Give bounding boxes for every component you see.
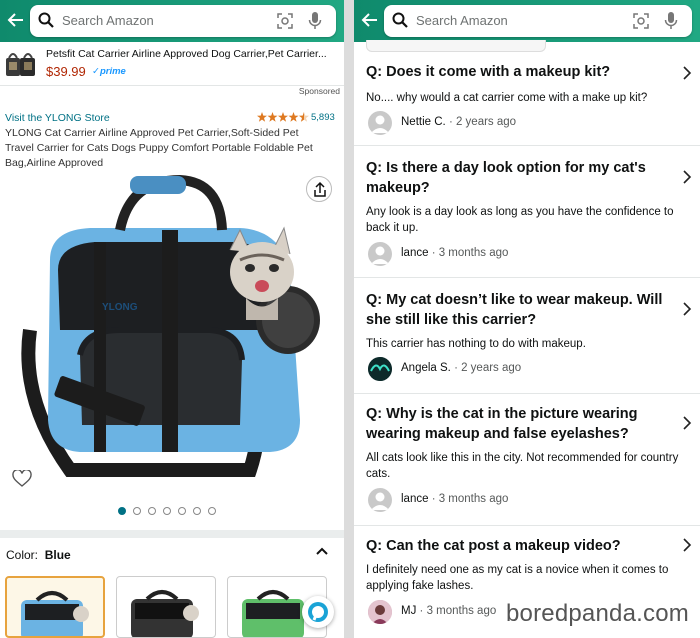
qa-question[interactable]: Q: Why is the cat in the picture wearing… <box>366 404 676 444</box>
panel-divider <box>344 0 354 638</box>
swatch-blue-image <box>21 591 89 636</box>
search-header: Search Amazon <box>0 0 344 42</box>
search-placeholder: Search Amazon <box>62 13 154 28</box>
photo-avatar-icon <box>368 357 392 381</box>
questions-panel: Search Amazon Q: Does it come with a mak… <box>354 0 700 638</box>
search-placeholder: Search Amazon <box>416 13 508 28</box>
screenshot-collage: Search Amazon Petsfit Cat Carrier Airlin… <box>0 0 700 638</box>
qa-time: · 2 years ago <box>445 116 517 128</box>
camera-scan-icon[interactable] <box>276 12 294 30</box>
user-avatar <box>368 242 392 266</box>
carousel-dot[interactable] <box>163 507 171 515</box>
prime-badge: ✓prime <box>92 66 126 77</box>
sponsored-product-thumbnail <box>6 53 35 76</box>
qa-author-line: lance · 3 months ago <box>401 247 508 259</box>
qa-answer: I definitely need one as my cat is a nov… <box>366 564 669 592</box>
qa-item[interactable]: Q: Does it come with a makeup kit? No...… <box>354 54 700 146</box>
qa-author-line: Nettie C. · 2 years ago <box>401 116 516 128</box>
alexa-button[interactable] <box>302 596 334 628</box>
user-avatar <box>368 357 392 381</box>
qa-author-line: Angela S. · 2 years ago <box>401 362 521 374</box>
user-avatar <box>368 600 392 624</box>
back-arrow-icon[interactable] <box>360 10 380 30</box>
carousel-dot[interactable] <box>133 507 141 515</box>
default-avatar-icon <box>371 115 389 133</box>
carousel-dot[interactable] <box>208 507 216 515</box>
default-avatar-icon <box>371 246 389 264</box>
qa-answer: All cats look like this in the city. Not… <box>366 452 679 480</box>
qa-time: · 3 months ago <box>428 493 509 505</box>
microphone-icon[interactable] <box>664 11 678 31</box>
svg-text:YLONG: YLONG <box>102 302 138 313</box>
photo-avatar-icon <box>368 600 392 624</box>
qa-question[interactable]: Q: Is there a day look option for my cat… <box>366 158 676 198</box>
chevron-right-icon[interactable] <box>682 538 692 552</box>
carousel-dot[interactable] <box>118 507 126 515</box>
qa-author: Angela S. <box>401 362 451 374</box>
share-icon <box>314 181 326 197</box>
product-page-panel: Search Amazon Petsfit Cat Carrier Airlin… <box>0 0 344 638</box>
chevron-right-icon[interactable] <box>682 170 692 184</box>
color-swatch-blue[interactable] <box>5 576 105 638</box>
default-avatar-icon <box>371 492 389 510</box>
qa-author-line: lance · 3 months ago <box>401 493 508 505</box>
image-carousel-dots[interactable] <box>118 507 216 517</box>
qa-author: Nettie C. <box>401 116 446 128</box>
qa-question[interactable]: Q: Does it come with a makeup kit? <box>366 62 676 82</box>
sponsored-product-row[interactable]: Petsfit Cat Carrier Airline Approved Dog… <box>0 42 344 86</box>
camera-scan-icon[interactable] <box>632 12 650 30</box>
rating-stars-icon[interactable] <box>257 112 309 122</box>
store-link[interactable]: Visit the YLONG Store <box>5 112 110 124</box>
qa-time: · 3 months ago <box>416 605 497 617</box>
alexa-icon <box>308 602 328 622</box>
rating-count[interactable]: 5,893 <box>311 112 335 123</box>
product-image[interactable]: YLONG <box>10 170 330 500</box>
carousel-dot[interactable] <box>178 507 186 515</box>
qa-answer: This carrier has nothing to do with make… <box>366 338 586 350</box>
watermark: boredpanda.com <box>506 600 689 627</box>
qa-question[interactable]: Q: Can the cat post a makeup video? <box>366 536 676 556</box>
search-icon <box>38 12 54 28</box>
search-input[interactable]: Search Amazon <box>30 5 336 37</box>
qa-time: · 3 months ago <box>428 247 509 259</box>
share-button[interactable] <box>306 176 332 202</box>
color-selector-label: Color: Blue <box>6 548 71 562</box>
user-avatar <box>368 111 392 135</box>
qa-author: MJ <box>401 605 417 617</box>
swatch-black-image <box>131 590 199 637</box>
search-icon <box>392 12 408 28</box>
search-header: Search Amazon <box>354 0 700 42</box>
sponsored-label: Sponsored <box>298 86 340 96</box>
qa-author: lance <box>401 247 429 259</box>
chevron-right-icon[interactable] <box>682 66 692 80</box>
color-value: Blue <box>44 548 71 562</box>
back-arrow-icon[interactable] <box>6 10 26 30</box>
qa-item[interactable]: Q: My cat doesn’t like to wear makeup. W… <box>354 280 700 394</box>
wishlist-heart-icon[interactable] <box>12 470 32 488</box>
section-divider <box>0 530 344 538</box>
sponsored-product-title[interactable]: Petsfit Cat Carrier Airline Approved Dog… <box>46 48 327 60</box>
qa-item[interactable]: Q: Why is the cat in the picture wearing… <box>354 396 700 526</box>
product-title: YLONG Cat Carrier Airline Approved Pet C… <box>5 127 313 169</box>
user-avatar <box>368 488 392 512</box>
qa-answer: Any look is a day look as long as you ha… <box>366 206 674 234</box>
chevron-right-icon[interactable] <box>682 416 692 430</box>
qa-author: lance <box>401 493 429 505</box>
color-swatch-black[interactable] <box>116 576 216 638</box>
chevron-right-icon[interactable] <box>682 302 692 316</box>
carousel-dot[interactable] <box>193 507 201 515</box>
qa-time: · 2 years ago <box>450 362 522 374</box>
carousel-dot[interactable] <box>148 507 156 515</box>
qa-item[interactable]: Q: Is there a day look option for my cat… <box>354 148 700 278</box>
qa-question[interactable]: Q: My cat doesn’t like to wear makeup. W… <box>366 290 676 330</box>
chevron-up-icon[interactable] <box>315 546 329 556</box>
search-input[interactable]: Search Amazon <box>384 5 692 37</box>
qa-answer: No.... why would a cat carrier come with… <box>366 92 648 104</box>
color-label: Color: <box>6 548 39 562</box>
sponsored-product-price: $39.99 <box>46 64 86 79</box>
qa-author-line: MJ · 3 months ago <box>401 605 496 617</box>
partially-hidden-button[interactable] <box>366 40 546 52</box>
microphone-icon[interactable] <box>308 11 322 31</box>
